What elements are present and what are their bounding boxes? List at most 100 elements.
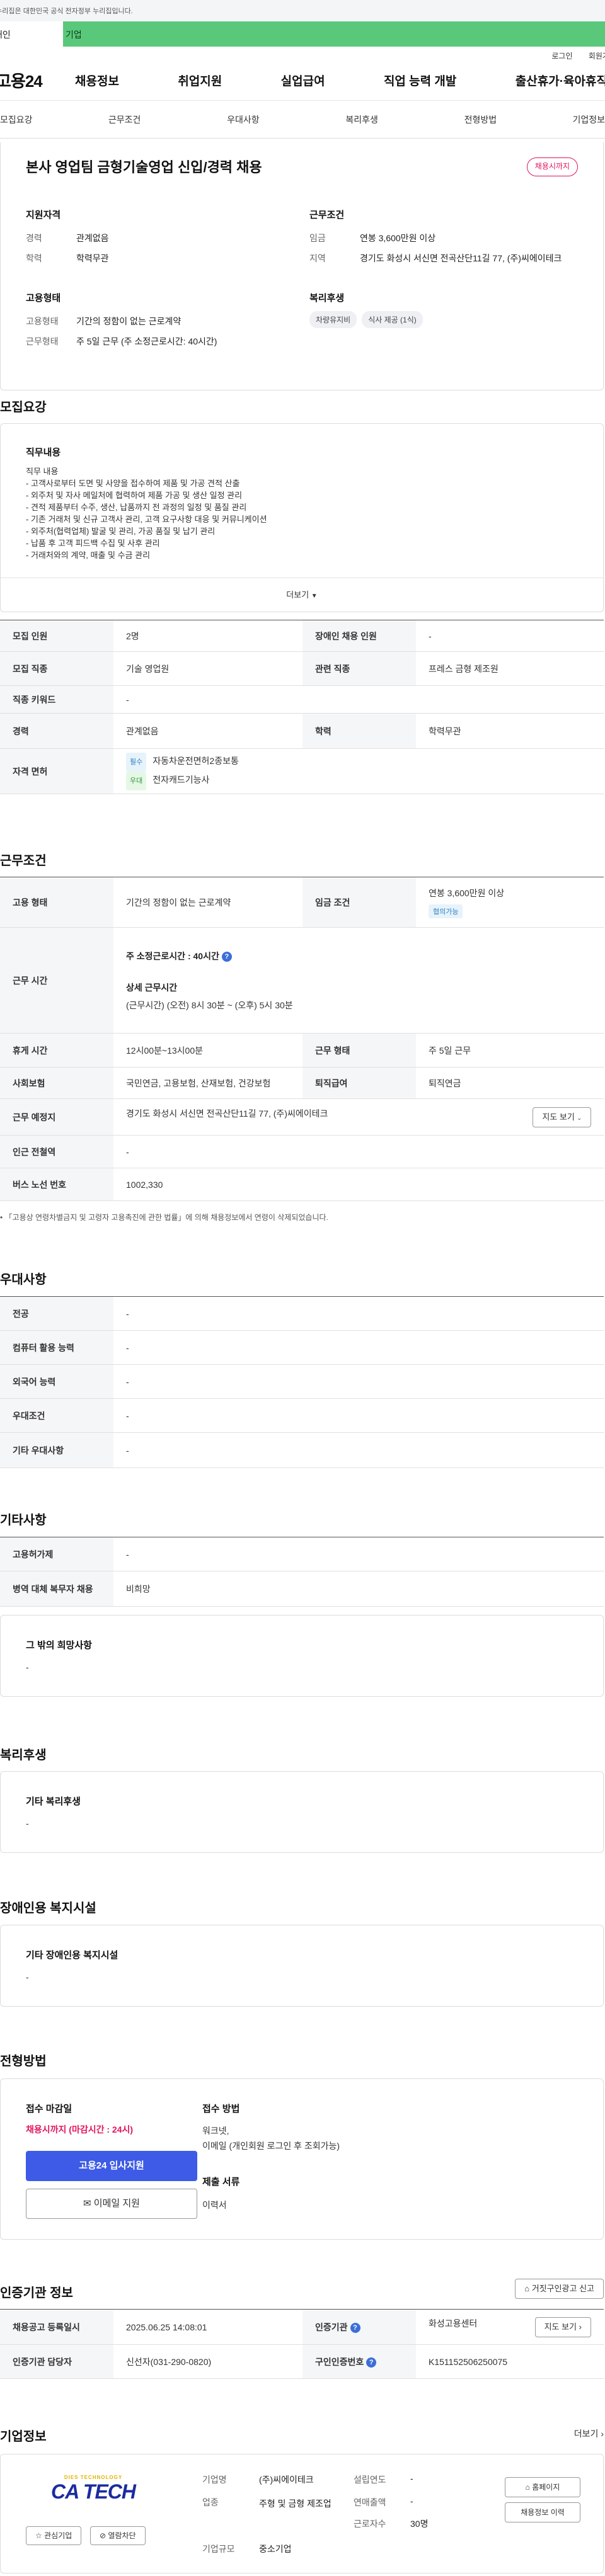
report-fake-ad-button[interactable]: ⌂ 거짓구인광고 신고: [515, 2279, 604, 2299]
job-title: 본사 영업팀 금형기술영업 신입/경력 채용: [26, 159, 262, 175]
apply-button[interactable]: 고용24 입사지원: [26, 2151, 197, 2181]
benefit-card: 기타 복리후생 -: [0, 1771, 604, 1853]
subnav-preferences[interactable]: 우대사항: [184, 113, 302, 126]
homepage-button[interactable]: ⌂ 홈페이지: [505, 2477, 580, 2497]
required-tag: 필수: [126, 752, 147, 772]
company-name-value: (주)씨에이테크: [259, 2475, 314, 2485]
tab-personal[interactable]: 개인: [0, 21, 63, 47]
license-preferred-row: 우대 전자캐드기능사: [126, 771, 604, 790]
login-link[interactable]: 로그인: [551, 52, 572, 60]
work-insurance-value: 국민연금, 고용보험, 산재보험, 건강보험: [113, 1067, 302, 1099]
pref-value: -: [113, 1330, 604, 1365]
cond-wage-value: 연봉 3,600만원 이상: [360, 233, 436, 243]
recruit-license-key: 자격 면허: [0, 748, 113, 794]
gnb-item-employment-support[interactable]: 취업지원: [178, 72, 222, 89]
job-history-button[interactable]: 채용정보 이력: [505, 2502, 580, 2522]
help-icon[interactable]: ?: [350, 2322, 360, 2333]
work-subway-value: -: [113, 1135, 604, 1168]
duty-more-button[interactable]: 더보기 ▼: [1, 578, 603, 612]
license-required-row: 필수 자동차운전면허2종보통: [126, 752, 604, 772]
etc-table: 고용허가제 - 병역 대체 복무자 채용 비희망: [0, 1537, 604, 1607]
etc-key: 고용허가제: [0, 1537, 113, 1571]
duty-line: - 견적 제품부터 수주, 생산, 납품까지 전 과정의 일정 및 품질 관리: [26, 503, 247, 512]
qual-edu-key: 학력: [26, 253, 42, 263]
signup-link[interactable]: 회원가입: [589, 52, 605, 60]
duty-label: 직무내용: [26, 447, 61, 458]
work-time-key: 근무 시간: [0, 927, 113, 1034]
cert-no-value: K151152506250075: [416, 2344, 604, 2379]
summary-card: 본사 영업팀 금형기술영업 신입/경력 채용 채용시까지 지원자격 경력 관계없음…: [0, 142, 604, 390]
recruit-edu-key: 학력: [302, 713, 416, 749]
recruit-related-value: 프레스 금형 제조원: [416, 651, 604, 686]
cert-table: 채용공고 등록일시 2025.06.25 14:08:01 인증기관? 화성고용…: [0, 2309, 604, 2379]
cert-map-button[interactable]: 지도 보기 ›: [534, 2317, 591, 2337]
cert-org-key-cell: 인증기관?: [302, 2309, 416, 2345]
gnb-item-skill-development[interactable]: 직업 능력 개발: [384, 72, 456, 89]
method-label: 접수 방법: [202, 2104, 240, 2114]
favorite-company-button[interactable]: ☆ 관심기업: [26, 2526, 82, 2545]
work-time-week-row: 주 소정근로시간 : 40시간?: [126, 950, 604, 962]
help-icon[interactable]: ?: [366, 2357, 377, 2368]
cert-org-value: 화성고용센터: [429, 2318, 478, 2328]
subnav-benefits[interactable]: 복리후생: [302, 113, 421, 126]
emp-type-key: 고용형태: [26, 316, 59, 326]
work-time-cell: 주 소정근로시간 : 40시간? 상세 근무시간 (근무시간) (오전) 8시 …: [113, 927, 604, 1034]
company-found-key: 설립연도: [354, 2475, 386, 2485]
subnav-recruit[interactable]: 모집요강: [0, 113, 66, 126]
gnb-item-jobs[interactable]: 채용정보: [75, 72, 119, 89]
duty-line: - 기존 거래처 및 신규 고객사 관리, 고객 요구사항 대응 및 커뮤니케이…: [26, 515, 267, 524]
subnav-work-conditions[interactable]: 근무조건: [66, 113, 184, 126]
cert-map-label: 지도 보기: [544, 2322, 577, 2332]
cert-reg-key: 채용공고 등록일시: [0, 2309, 113, 2345]
email-apply-button[interactable]: ✉ 이메일 지원: [26, 2189, 197, 2219]
company-name-key: 기업명: [202, 2475, 227, 2485]
other-wish-card: 그 밖의 희망사항 -: [0, 1615, 604, 1697]
duty-card: 직무내용 직무 내용 - 고객사로부터 도면 및 사양을 접수하여 제품 및 가…: [0, 423, 604, 612]
pref-key: 외국어 능력: [0, 1364, 113, 1399]
company-section-title: 기업정보: [0, 2430, 47, 2444]
work-shift-value: 주 5일 근무: [416, 1033, 604, 1068]
help-icon[interactable]: ?: [221, 951, 232, 962]
benefit-section-title: 복리후생: [0, 1748, 47, 1762]
duty-line: - 고객사로부터 도면 및 사양을 접수하여 제품 및 가공 견적 산출: [26, 479, 240, 488]
cond-wage-key: 임금: [309, 233, 326, 243]
etc-key: 병역 대체 복무자 채용: [0, 1571, 113, 1607]
recruit-job-key: 모집 직종: [0, 651, 113, 686]
apply-card: 접수 마감일 채용시까지 (마감시간 : 24시) 고용24 입사지원 ✉ 이메…: [0, 2078, 604, 2240]
cert-no-key: 구인인증번호: [315, 2356, 364, 2367]
cond-region-row: 지역 경기도 화성시 서신면 전곡산단11길 77, (주)씨에이테크: [309, 252, 574, 265]
duty-line: - 외주처 및 자사 메일처에 협력하여 제품 가공 및 생산 일정 관리: [26, 491, 243, 500]
qual-career-key: 경력: [26, 233, 42, 243]
subnav-selection[interactable]: 전형방법: [421, 113, 539, 126]
work-section-title: 근무조건: [0, 854, 47, 868]
work-time-detail: (근무시간) (오전) 8시 30분 ~ (오후) 5시 30분: [126, 1000, 293, 1010]
company-sales-key: 연매출액: [354, 2497, 386, 2507]
duty-line: - 납품 후 고객 피드백 수집 및 사후 관리: [26, 539, 160, 548]
company-emp-row: 근로자수 30명: [354, 2517, 428, 2530]
pref-value: -: [113, 1364, 604, 1399]
tab-corporate[interactable]: 기업: [63, 21, 605, 47]
gnb-item-parental-leave[interactable]: 출산휴가·육아휴직: [516, 72, 605, 89]
subnav-company[interactable]: 기업정보: [539, 113, 605, 126]
gnb-item-unemployment-benefit[interactable]: 실업급여: [281, 72, 325, 89]
block-view-button[interactable]: ⊘ 열람차단: [90, 2526, 146, 2545]
recruit-career-key: 경력: [0, 713, 113, 749]
work-place-cell: 경기도 화성시 서신면 전곡산단11길 77, (주)씨에이테크 지도 보기 ⌄: [113, 1098, 604, 1136]
conditions-label: 근무조건: [309, 210, 345, 220]
company-logo-main: CA TECH: [50, 2480, 136, 2503]
block-view-label: 열람차단: [108, 2531, 136, 2540]
recruit-section-title: 모집요강: [0, 401, 47, 414]
cert-no-key-cell: 구인인증번호?: [302, 2344, 416, 2379]
qual-edu-row: 학력 학력무관: [26, 252, 109, 265]
other-wish-value: -: [26, 1662, 29, 1672]
qualification-label: 지원자격: [26, 210, 61, 220]
disabled-fac-card: 기타 장애인용 복지시설 -: [0, 1925, 604, 2007]
benefit-label: 기타 복리후생: [26, 1796, 81, 1807]
disabled-fac-section-title: 장애인용 복지시설: [0, 1901, 96, 1915]
qual-career-value: 관계없음: [76, 233, 109, 243]
site-logo[interactable]: 고용24: [0, 69, 75, 92]
map-button[interactable]: 지도 보기 ⌄: [533, 1107, 591, 1127]
company-industry-key: 업종: [202, 2497, 219, 2507]
company-emp-key: 근로자수: [354, 2519, 386, 2529]
company-more-link[interactable]: 더보기 ›: [574, 2427, 604, 2440]
